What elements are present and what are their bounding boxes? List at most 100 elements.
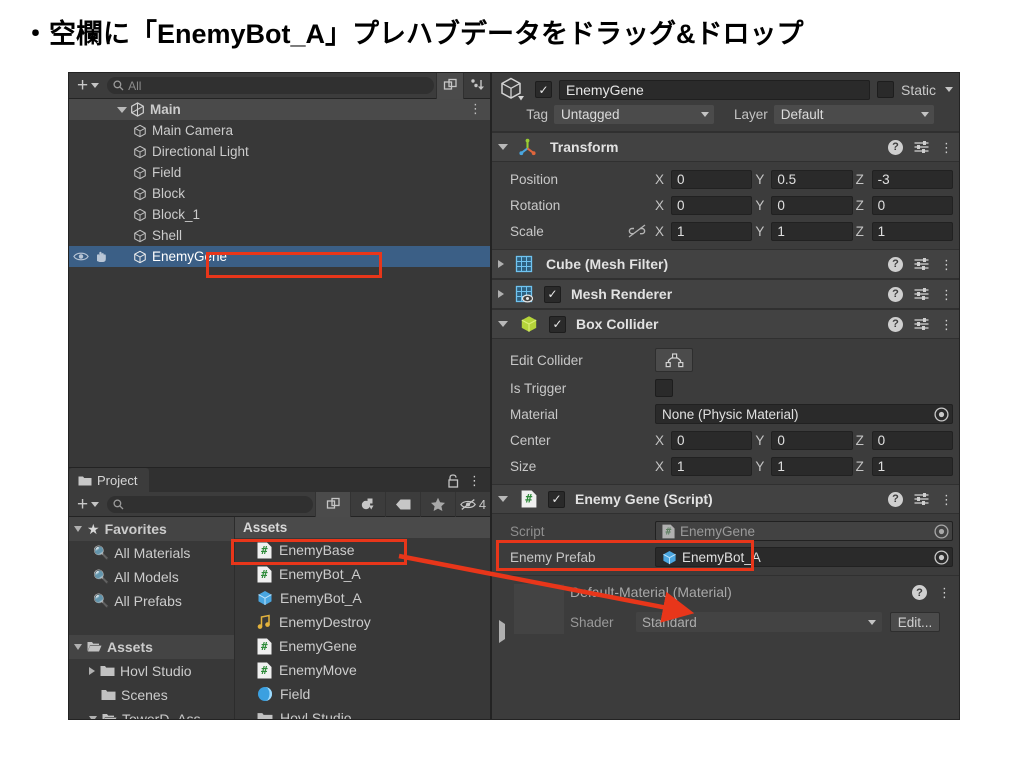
size-z-input[interactable]: 1: [871, 456, 953, 476]
center-z-input[interactable]: 0: [871, 430, 953, 450]
kebab-menu-icon[interactable]: ⋮: [469, 102, 482, 116]
size-x-input[interactable]: 1: [671, 456, 753, 476]
tree-item-towerd-assets[interactable]: TowerD_Ass: [69, 707, 234, 719]
object-name-input[interactable]: EnemyGene: [559, 79, 870, 100]
hierarchy-item-field[interactable]: Field: [69, 162, 490, 183]
constrain-proportions-off-icon[interactable]: [628, 224, 646, 238]
project-add-button[interactable]: +: [69, 492, 105, 516]
kebab-menu-icon[interactable]: ⋮: [940, 318, 953, 331]
kebab-menu-icon[interactable]: ⋮: [940, 258, 953, 271]
help-icon[interactable]: ?: [888, 316, 903, 332]
project-asset-list[interactable]: Assets # EnemyBase # EnemyBot_A EnemyBot…: [234, 517, 490, 719]
center-x-input[interactable]: 0: [671, 430, 753, 450]
kebab-menu-icon[interactable]: ⋮: [940, 493, 953, 506]
asset-item-enemybase[interactable]: # EnemyBase: [235, 538, 490, 562]
help-icon[interactable]: ?: [888, 491, 903, 507]
asset-item-enemymove[interactable]: # EnemyMove: [235, 658, 490, 682]
type-filter-icon[interactable]: [350, 491, 385, 517]
rotation-x-input[interactable]: 0: [671, 195, 753, 215]
shader-dropdown[interactable]: Standard: [636, 612, 882, 632]
chevron-down-icon[interactable]: [89, 716, 97, 719]
hierarchy-item-main-camera[interactable]: Main Camera: [69, 120, 490, 141]
hierarchy-item-main[interactable]: Main ⋮: [69, 99, 490, 120]
label-filter-icon[interactable]: [385, 491, 420, 517]
kebab-menu-icon[interactable]: ⋮: [940, 288, 953, 301]
is-trigger-checkbox[interactable]: [655, 379, 673, 397]
tree-item-all-materials[interactable]: 🔍 All Materials: [69, 541, 234, 565]
component-header-mesh-filter[interactable]: Cube (Mesh Filter) ? ⋮: [492, 249, 959, 279]
open-in-new-window-icon[interactable]: [315, 491, 350, 517]
scale-z-input[interactable]: 1: [871, 221, 953, 241]
asset-item-enemybot-a-prefab[interactable]: EnemyBot_A: [235, 586, 490, 610]
favorite-star-icon[interactable]: [420, 491, 455, 517]
center-y-input[interactable]: 0: [771, 430, 853, 450]
chevron-down-icon[interactable]: [498, 321, 508, 327]
tree-item-assets[interactable]: Assets: [69, 635, 234, 659]
chevron-right-icon[interactable]: [498, 290, 504, 298]
hidden-packages-icon[interactable]: 4: [455, 491, 490, 517]
tree-item-favorites[interactable]: ★ Favorites: [69, 517, 234, 541]
sort-icon[interactable]: [463, 73, 490, 99]
chevron-down-icon[interactable]: [945, 87, 953, 92]
tree-item-all-models[interactable]: 🔍 All Models: [69, 565, 234, 589]
script-enabled-checkbox[interactable]: [548, 490, 565, 508]
component-header-mesh-renderer[interactable]: Mesh Renderer ? ⋮: [492, 279, 959, 309]
static-checkbox[interactable]: [876, 81, 894, 98]
hierarchy-item-block[interactable]: Block: [69, 183, 490, 204]
help-icon[interactable]: ?: [888, 139, 903, 155]
help-icon[interactable]: ?: [888, 286, 903, 302]
hierarchy-item-shell[interactable]: Shell: [69, 225, 490, 246]
asset-item-enemydestroy[interactable]: EnemyDestroy: [235, 610, 490, 634]
asset-item-enemybot-a-script[interactable]: # EnemyBot_A: [235, 562, 490, 586]
kebab-menu-icon[interactable]: ⋮: [938, 586, 951, 599]
object-active-checkbox[interactable]: [535, 81, 552, 98]
object-picker-icon[interactable]: [932, 405, 950, 423]
hierarchy-search-input[interactable]: All: [107, 77, 434, 94]
chevron-down-icon[interactable]: [74, 526, 82, 532]
preset-icon[interactable]: [914, 140, 929, 154]
chevron-down-icon[interactable]: [74, 644, 82, 650]
help-icon[interactable]: ?: [888, 256, 903, 272]
layer-dropdown[interactable]: Default: [773, 104, 934, 124]
position-z-input[interactable]: -3: [871, 169, 953, 189]
tree-item-all-prefabs[interactable]: 🔍 All Prefabs: [69, 589, 234, 613]
eye-icon[interactable]: [73, 250, 89, 263]
component-header-enemy-gene-script[interactable]: # Enemy Gene (Script) ? ⋮: [492, 484, 959, 514]
box-collider-enabled-checkbox[interactable]: [549, 315, 566, 333]
hierarchy-item-enemygene[interactable]: EnemyGene: [69, 246, 490, 267]
shader-edit-button[interactable]: Edit...: [890, 612, 940, 632]
scale-x-input[interactable]: 1: [671, 221, 753, 241]
chevron-right-icon[interactable]: [498, 260, 504, 268]
chevron-down-icon[interactable]: [498, 144, 508, 150]
hierarchy-add-button[interactable]: +: [69, 73, 105, 98]
hierarchy-item-directional-light[interactable]: Directional Light: [69, 141, 490, 162]
chevron-right-icon[interactable]: [89, 667, 95, 675]
asset-item-hovl-studio[interactable]: Hovl Studio: [235, 706, 490, 719]
preset-icon[interactable]: [914, 317, 929, 331]
kebab-menu-icon[interactable]: ⋮: [468, 474, 481, 487]
size-y-input[interactable]: 1: [771, 456, 853, 476]
chevron-right-icon[interactable]: [499, 620, 505, 643]
asset-item-field[interactable]: Field: [235, 682, 490, 706]
enemy-prefab-field[interactable]: EnemyBot_A: [655, 547, 953, 567]
mesh-renderer-enabled-checkbox[interactable]: [544, 285, 561, 303]
asset-item-enemygene[interactable]: # EnemyGene: [235, 634, 490, 658]
preset-icon[interactable]: [914, 287, 929, 301]
hierarchy-item-block-1[interactable]: Block_1: [69, 204, 490, 225]
component-header-transform[interactable]: Transform ? ⋮: [492, 132, 959, 162]
object-picker-icon[interactable]: [932, 548, 950, 566]
edit-collider-button[interactable]: [655, 348, 693, 372]
preset-icon[interactable]: [914, 257, 929, 271]
tree-item-scenes[interactable]: Scenes: [69, 683, 234, 707]
lock-icon[interactable]: [447, 473, 459, 488]
tab-project[interactable]: Project: [69, 468, 150, 493]
tag-dropdown[interactable]: Untagged: [554, 104, 714, 124]
chevron-down-icon[interactable]: [498, 496, 508, 502]
rotation-z-input[interactable]: 0: [871, 195, 953, 215]
rotation-y-input[interactable]: 0: [771, 195, 853, 215]
position-x-input[interactable]: 0: [671, 169, 753, 189]
help-icon[interactable]: ?: [912, 585, 927, 600]
tree-item-hovl-studio[interactable]: Hovl Studio: [69, 659, 234, 683]
open-in-new-window-icon[interactable]: [436, 73, 463, 99]
project-folder-tree[interactable]: ★ Favorites 🔍 All Materials 🔍 All Models…: [69, 517, 234, 719]
